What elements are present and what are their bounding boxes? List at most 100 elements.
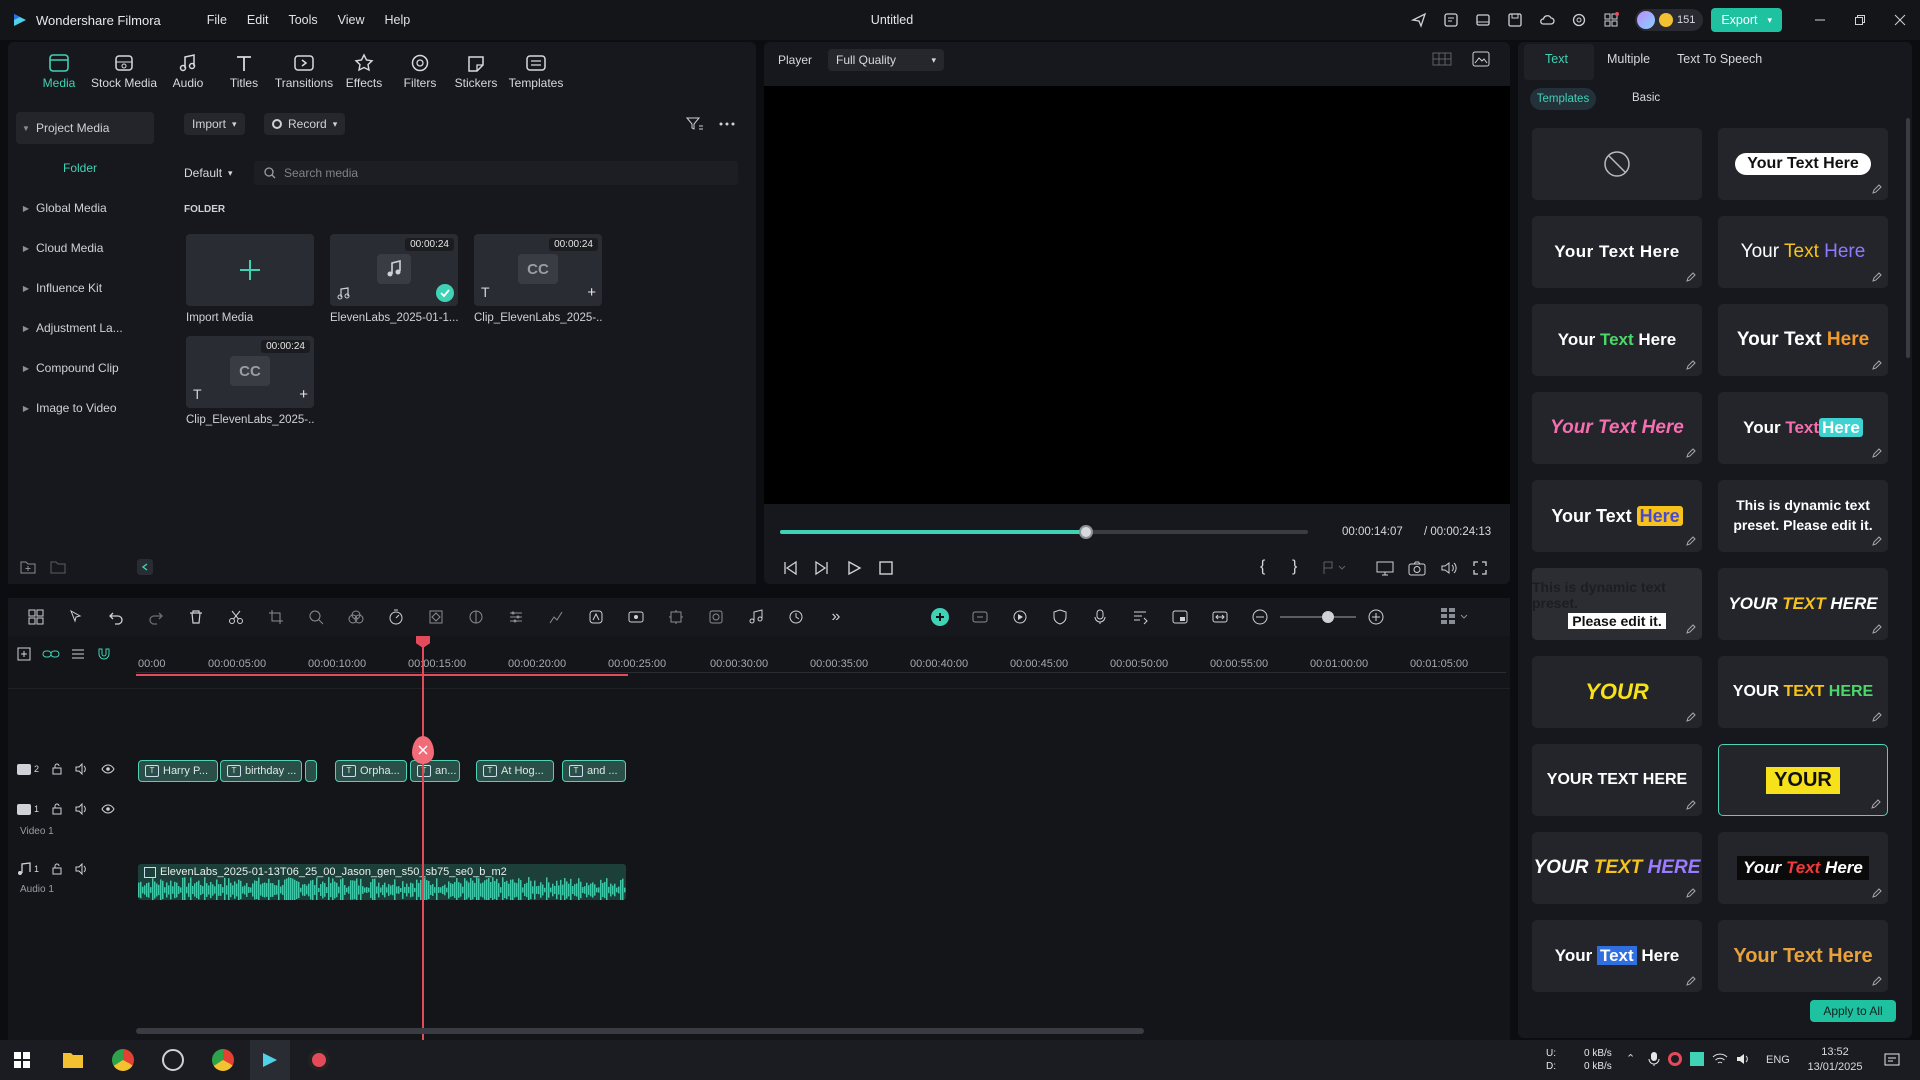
volume-tray-icon[interactable] <box>1736 1052 1752 1066</box>
zoom-clip-icon[interactable] <box>296 609 336 625</box>
previous-frame-icon[interactable] <box>782 560 798 576</box>
title-clip[interactable]: Tand ... <box>562 760 626 782</box>
tab-multiple[interactable]: Multiple <box>1607 52 1650 66</box>
text-template-card[interactable]: YOUR <box>1532 656 1702 728</box>
file-explorer-icon[interactable] <box>62 1050 84 1070</box>
next-frame-icon[interactable] <box>814 560 830 576</box>
select-tool-icon[interactable] <box>56 609 96 625</box>
subtab-templates[interactable]: Templates <box>1530 88 1596 110</box>
send-icon[interactable] <box>1403 9 1435 31</box>
track-manager-icon[interactable] <box>70 646 86 662</box>
sidebar-item-folder[interactable]: Folder <box>6 152 154 184</box>
text-template-card[interactable]: YOUR TEXT HERE <box>1532 832 1702 904</box>
sidebar-item-influence-kit[interactable]: ▶ Influence Kit <box>16 272 154 304</box>
recorder-app-icon[interactable] <box>308 1049 330 1071</box>
magnet-snap-icon[interactable] <box>96 646 112 662</box>
timeline-scrollbar[interactable] <box>136 1028 1144 1034</box>
audio-adjust-icon[interactable] <box>736 609 776 625</box>
close-icon[interactable] <box>1880 0 1920 40</box>
sort-dropdown[interactable]: Default ▾ <box>184 161 233 185</box>
app-tray-icon[interactable] <box>1690 1052 1704 1066</box>
menu-help[interactable]: Help <box>375 13 421 27</box>
title-clip[interactable] <box>305 760 317 782</box>
text-template-card[interactable]: Your Text Here <box>1718 920 1888 992</box>
filter-sort-icon[interactable] <box>686 116 704 132</box>
play-icon[interactable] <box>846 560 862 576</box>
ai-tools-icon[interactable] <box>576 609 616 625</box>
add-to-timeline-icon[interactable]: + <box>587 284 596 301</box>
pip-icon[interactable] <box>1160 609 1200 625</box>
zoom-in-icon[interactable] <box>1356 609 1396 625</box>
scissors-split-icon[interactable] <box>412 736 434 764</box>
restore-icon[interactable] <box>1840 0 1880 40</box>
shield-icon[interactable] <box>1040 609 1080 625</box>
fullscreen-icon[interactable] <box>1472 560 1488 576</box>
layout-icon[interactable] <box>1467 9 1499 31</box>
filmora-taskbar-item[interactable] <box>250 1040 290 1080</box>
text-template-card[interactable]: Your Text Here <box>1718 128 1888 200</box>
undo-icon[interactable] <box>96 609 136 625</box>
tab-transitions[interactable]: Transitions <box>266 42 342 100</box>
minimize-icon[interactable] <box>1800 0 1840 40</box>
lock-icon[interactable] <box>51 803 63 815</box>
text-template-card[interactable]: Your Text Here <box>1718 304 1888 376</box>
chrome-icon[interactable] <box>112 1049 134 1071</box>
quality-dropdown[interactable]: Full Quality ▾ <box>828 49 944 71</box>
microphone-icon[interactable] <box>1080 609 1120 625</box>
sidebar-item-compound-clip[interactable]: ▶ Compound Clip <box>16 352 154 384</box>
menu-tools[interactable]: Tools <box>278 13 327 27</box>
panel-scrollbar[interactable] <box>1906 118 1910 358</box>
save-icon[interactable] <box>1499 9 1531 31</box>
windows-start-icon[interactable] <box>14 1052 30 1068</box>
redo-icon[interactable] <box>136 609 176 625</box>
tab-filters[interactable]: Filters <box>390 42 450 100</box>
text-template-none[interactable] <box>1532 128 1702 200</box>
playback-progress[interactable] <box>780 525 1308 539</box>
text-template-card[interactable]: Your Text Here <box>1718 832 1888 904</box>
menu-edit[interactable]: Edit <box>237 13 279 27</box>
new-folder-icon[interactable] <box>20 560 36 574</box>
color-icon[interactable] <box>336 609 376 625</box>
more-options-icon[interactable] <box>718 116 736 132</box>
search-input[interactable]: Search media <box>254 161 738 185</box>
speaker-icon[interactable] <box>75 803 89 815</box>
mask-icon[interactable] <box>456 609 496 625</box>
stop-icon[interactable] <box>878 560 894 576</box>
speaker-icon[interactable] <box>75 863 89 875</box>
text-template-card[interactable]: YOUR TEXT HERE <box>1532 744 1702 816</box>
notifications-icon[interactable] <box>1884 1052 1900 1068</box>
eye-icon[interactable] <box>101 803 115 815</box>
record-dropdown[interactable]: Record ▾ <box>264 113 346 135</box>
tab-audio[interactable]: Audio <box>158 42 218 100</box>
tab-effects[interactable]: Effects <box>334 42 394 100</box>
sidebar-item-image-to-video[interactable]: ▶ Image to Video <box>16 392 154 424</box>
layout-grid-icon[interactable] <box>16 609 56 625</box>
link-icon[interactable] <box>42 646 60 662</box>
title-clip[interactable]: Tan... <box>410 760 460 782</box>
media-item[interactable]: CC 00:00:24 T + Clip_ElevenLabs_2025-... <box>474 234 602 324</box>
add-track-icon[interactable] <box>16 646 32 662</box>
ai-enhance-icon[interactable] <box>776 609 816 625</box>
collapse-sidebar-icon[interactable] <box>137 559 153 575</box>
eye-icon[interactable] <box>101 763 115 775</box>
delete-icon[interactable] <box>176 609 216 625</box>
more-tools-icon[interactable]: » <box>816 608 856 626</box>
video-preview[interactable] <box>764 86 1510 504</box>
chroma-key-icon[interactable] <box>696 609 736 625</box>
lock-icon[interactable] <box>51 863 63 875</box>
title-clip[interactable]: T Harry P... <box>138 760 218 782</box>
tab-stickers[interactable]: Stickers <box>446 42 506 100</box>
auto-reframe-icon[interactable] <box>616 609 656 625</box>
text-template-card[interactable]: Your Text Here <box>1532 304 1702 376</box>
folder-icon[interactable] <box>50 560 66 574</box>
speaker-icon[interactable] <box>75 763 89 775</box>
tab-text[interactable]: Text <box>1545 52 1568 66</box>
text-template-card[interactable]: Your Text Here <box>1532 480 1702 552</box>
microphone-tray-icon[interactable] <box>1648 1051 1660 1067</box>
import-media-tile[interactable]: Import Media <box>186 234 314 324</box>
text-template-card[interactable]: Your Text Here <box>1532 392 1702 464</box>
text-template-card[interactable]: This is dynamic text preset. Please edit… <box>1718 480 1888 552</box>
add-to-timeline-icon[interactable]: + <box>299 386 308 403</box>
apply-to-all-button[interactable]: Apply to All <box>1810 1000 1896 1022</box>
mark-in-icon[interactable]: { <box>1260 558 1265 576</box>
